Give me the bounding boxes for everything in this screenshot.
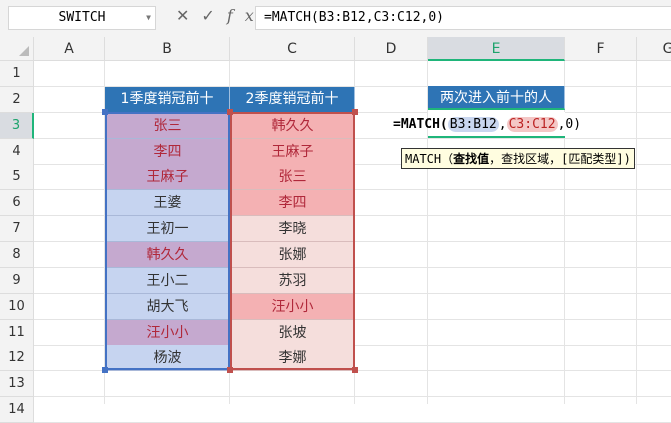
range-handle[interactable] <box>352 367 358 373</box>
select-all-button[interactable] <box>0 37 34 61</box>
range-highlight-b <box>105 112 230 370</box>
row-header-10[interactable]: 10 <box>0 293 34 320</box>
tooltip-arg1: 查找值 <box>453 152 490 166</box>
edit-range1[interactable]: B3:B12 <box>447 117 499 132</box>
column-header-F[interactable]: F <box>565 37 637 61</box>
name-box[interactable]: SWITCH ▼ <box>8 6 156 30</box>
row-header-12[interactable]: 12 <box>0 345 34 372</box>
row-header-13[interactable]: 13 <box>0 371 34 398</box>
range-handle[interactable] <box>102 367 108 373</box>
edit-sep: , <box>498 117 507 132</box>
tooltip-rest: ，查找区域，[匹配类型]) <box>489 152 631 166</box>
column-header-C[interactable]: C <box>230 37 355 61</box>
row-header-5[interactable]: 5 <box>0 164 34 191</box>
range-handle[interactable] <box>352 109 358 115</box>
edit-prefix: =MATCH( <box>393 117 448 132</box>
row-header-6[interactable]: 6 <box>0 190 34 217</box>
row-header-9[interactable]: 9 <box>0 267 34 294</box>
confirm-icon[interactable]: ✓ <box>201 6 226 25</box>
tooltip-fn: MATCH（ <box>405 152 454 166</box>
range-handle[interactable] <box>227 367 233 373</box>
header-q2[interactable]: 2季度销冠前十 <box>230 87 355 112</box>
header-q1[interactable]: 1季度销冠前十 <box>105 87 230 112</box>
row-header-14[interactable]: 14 <box>0 397 34 423</box>
formula-input[interactable]: =MATCH(B3:B12,C3:C12,0) <box>255 6 671 30</box>
function-tooltip: MATCH（查找值，查找区域，[匹配类型]) <box>401 148 635 169</box>
column-header-B[interactable]: B <box>105 37 230 61</box>
row-header-1[interactable]: 1 <box>0 61 34 87</box>
chevron-down-icon[interactable]: ▼ <box>146 7 151 29</box>
range-highlight-c <box>230 112 355 370</box>
row-header-8[interactable]: 8 <box>0 241 34 268</box>
column-header-D[interactable]: D <box>355 37 428 61</box>
column-header-A[interactable]: A <box>34 37 105 61</box>
row-header-11[interactable]: 11 <box>0 319 34 346</box>
header-both[interactable]: 两次进入前十的人 <box>428 86 565 110</box>
cancel-icon[interactable]: ✕ <box>176 6 201 25</box>
edit-suffix: ,0) <box>557 117 582 132</box>
range-handle[interactable] <box>102 109 108 115</box>
row-header-3[interactable]: 3 <box>0 112 34 139</box>
edit-range2[interactable]: C3:C12 <box>506 117 558 132</box>
row-header-7[interactable]: 7 <box>0 216 34 243</box>
column-header-G[interactable]: G <box>637 37 671 61</box>
row-header-4[interactable]: 4 <box>0 138 34 165</box>
range-handle[interactable] <box>227 109 233 115</box>
cell-edit-formula[interactable]: =MATCH(B3:B12, C3:C12,0) <box>393 114 581 136</box>
name-box-value: SWITCH <box>58 10 106 25</box>
column-header-E[interactable]: E <box>428 37 565 61</box>
row-header-2[interactable]: 2 <box>0 86 34 113</box>
formula-bar: SWITCH ▼ ✕✓fx =MATCH(B3:B12,C3:C12,0) <box>0 0 671 38</box>
